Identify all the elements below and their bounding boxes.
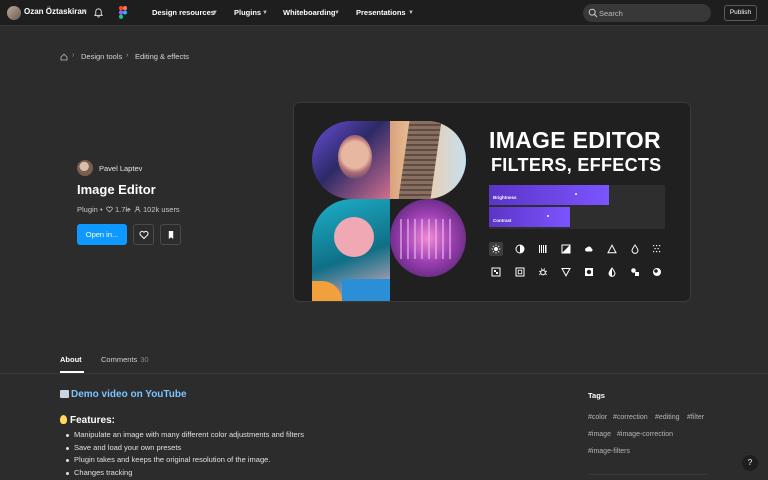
features-list: Manipulate an image with many different … [66,429,304,480]
cover-subtitle: FILTERS, EFFECTS [491,155,662,175]
nav-design-resources[interactable]: Design resources [152,8,215,17]
figma-logo-icon[interactable] [119,6,127,19]
collage-photo-city [390,199,466,277]
search-input[interactable] [599,7,699,19]
down-triangle-icon [559,265,573,279]
meta-separator: • [128,205,131,214]
tag-image[interactable]: #image [588,431,611,438]
meta-separator: • [100,205,103,214]
demo-video-link-text: Demo video on YouTube [71,389,187,400]
tab-comments-label: Comments [101,355,138,364]
list-item: Plugin takes and keeps the original reso… [66,454,304,467]
nav-plugins[interactable]: Plugins [234,8,261,17]
shapes-icon [628,265,642,279]
grid-icon [513,265,527,279]
breadcrumb-separator-icon: › [72,52,75,59]
chevron-down-icon: ▼ [212,10,218,16]
cover-title: IMAGE EDITOR [489,127,661,153]
user-count: 102k users [143,205,180,214]
bookmark-icon [168,231,174,239]
user-avatar[interactable] [7,6,21,20]
nav-whiteboarding[interactable]: Whiteboarding [283,8,336,17]
tags-heading: Tags [588,391,605,400]
open-in-button[interactable]: Open in... [77,224,127,245]
list-item: Save and load your own presets [66,442,304,455]
contrast-icon [513,242,527,256]
search-box[interactable] [583,4,711,22]
search-icon [588,8,598,18]
breadcrumb-separator-icon: › [126,52,129,59]
save-button[interactable] [160,224,181,245]
contrast-label: Contrast [493,218,512,223]
home-icon[interactable] [60,53,68,61]
tag-image-filters[interactable]: #image-filters [588,448,630,455]
drop-icon [628,242,642,256]
features-heading: Features: [60,415,115,426]
brightness-label: Brightness [493,195,517,200]
comments-count: 30 [140,355,149,364]
invert-icon [582,265,596,279]
author-avatar[interactable] [77,160,93,176]
breadcrumb-editing-effects[interactable]: Editing & effects [135,52,189,61]
triangle-icon [605,242,619,256]
tag-editing[interactable]: #editing [655,414,680,421]
publish-button[interactable]: Publish [724,5,757,21]
pixelate-icon [489,265,503,279]
stripes-icon [536,242,550,256]
heart-icon [139,230,149,240]
plugin-title: Image Editor [77,182,156,197]
list-item: Manipulate an image with many different … [66,429,304,442]
slider-handle [547,215,549,217]
plugin-type: Plugin [77,205,98,214]
breadcrumb-design-tools[interactable]: Design tools [81,52,122,61]
collage-photo-building [390,121,466,199]
tab-comments[interactable]: Comments 30 [101,355,149,364]
tab-about[interactable]: About [60,355,82,364]
tag-image-correction[interactable]: #image-correction [617,431,673,438]
tags-divider [588,474,708,475]
video-camera-icon [60,390,69,398]
author-name[interactable]: Pavel Laptev [99,164,142,173]
user-name[interactable]: Ozan Öztaskiran [24,7,87,16]
noise-icon [650,242,664,256]
heart-icon [106,206,113,213]
sun-icon [489,242,503,256]
user-icon [134,206,141,213]
exposure-icon [559,242,573,256]
slider-panel: Brightness Contrast [489,185,665,229]
chevron-down-icon: ▼ [262,10,268,16]
tag-filter[interactable]: #filter [687,414,704,421]
demo-video-link[interactable]: Demo video on YouTube [60,389,187,400]
slider-handle [575,193,577,195]
tabs-divider [0,373,768,374]
light-bulb-icon [60,415,67,424]
collage-photo-person [312,199,390,301]
help-button[interactable]: ? [742,455,758,471]
brightness-bar: Brightness [489,185,609,205]
tag-color[interactable]: #color [588,414,607,421]
plugin-cover-image: IMAGE EDITOR FILTERS, EFFECTS Brightness… [293,102,691,302]
chevron-down-icon[interactable]: ▼ [82,9,88,15]
features-heading-text: Features: [70,415,116,426]
cloud-icon [582,242,596,256]
chevron-down-icon: ▼ [408,10,414,16]
half-drop-icon [605,265,619,279]
like-button[interactable] [133,224,154,245]
tag-correction[interactable]: #correction [613,414,648,421]
chevron-down-icon: ▼ [334,10,340,16]
bug-icon [536,265,550,279]
list-item: Changes tracking [66,467,304,480]
vignette-icon [650,265,664,279]
collage-photo-portrait [312,121,390,199]
bell-icon[interactable] [93,7,104,19]
contrast-bar: Contrast [489,207,570,227]
nav-presentations[interactable]: Presentations [356,8,406,17]
top-bar: Ozan Öztaskiran ▼ Design resources ▼ Plu… [0,0,768,26]
